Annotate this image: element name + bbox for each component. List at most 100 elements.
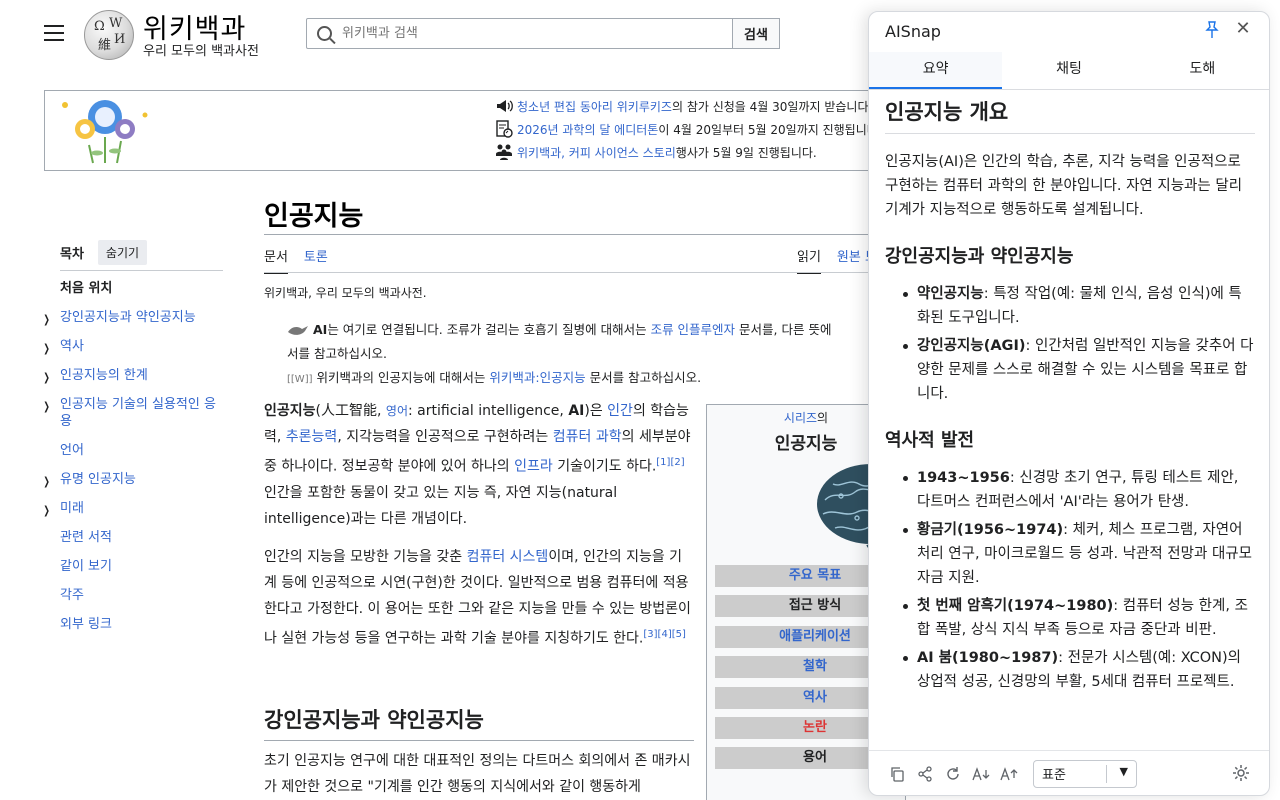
intro-paragraph: 인공지능(人工智能, 영어: artificial intelligence, …: [264, 398, 694, 532]
font-size-decrease-icon[interactable]: [971, 764, 991, 784]
panel-footer: 표준 ▼: [869, 750, 1269, 795]
toc-item[interactable]: 언어: [40, 442, 225, 459]
summary-section-title: 강인공지능과 약인공지능: [885, 246, 1074, 267]
toc-hide-button[interactable]: 숨기기: [97, 240, 148, 265]
hatnote-text: 는 여기로 연결됩니다. 조류가 걸리는 호흡기 질병에 대해서는: [327, 322, 651, 337]
toc-item[interactable]: 관련 서적: [40, 529, 225, 546]
toc-item[interactable]: ❯ 강인공지능과 약인공지능: [40, 309, 225, 326]
summary-list-item: 첫 번째 암흑기(1974~1980): 컴퓨터 성능 한계, 조합 폭발, 상…: [901, 594, 1255, 642]
toc-item-label: 역사: [60, 339, 84, 354]
panel-tab[interactable]: 도해: [1136, 52, 1269, 89]
notice-link[interactable]: 청소년 편집 동아리 위키루키즈: [517, 98, 672, 115]
list-item-term: AI 붐(1980~1987): [917, 650, 1059, 666]
hatnote-link[interactable]: 조류 인플루엔자: [651, 322, 735, 337]
tab-talk[interactable]: 토론: [304, 246, 328, 274]
section-heading: 강인공지능과 약인공지능: [264, 704, 694, 741]
summary-list: 약인공지능: 특정 작업(예: 물체 인식, 음성 인식)에 특화된 도구입니다…: [885, 282, 1255, 406]
hatnote-text: 서를 참고하십시오.: [287, 346, 387, 361]
notice-link[interactable]: 위키백과, 커피 사이언스 스토리: [517, 144, 676, 161]
toc-item[interactable]: 각주: [40, 587, 225, 604]
font-size-select[interactable]: 표준 ▼: [1033, 759, 1137, 788]
inline-link[interactable]: 컴퓨터 과학: [553, 429, 622, 445]
chevron-right-icon[interactable]: ❯: [43, 340, 49, 357]
toc-item-label: 같이 보기: [60, 559, 112, 574]
search-box[interactable]: [306, 18, 733, 49]
search-icon: [317, 26, 332, 41]
reference-link[interactable]: [1][2]: [656, 457, 684, 468]
toc-item[interactable]: ❯ 유명 인공지능: [40, 471, 225, 488]
page-title: 인공지능: [264, 201, 364, 232]
toc-item-label: 언어: [60, 443, 84, 458]
lang-link[interactable]: 영어: [386, 404, 408, 418]
chevron-right-icon[interactable]: ❯: [43, 473, 49, 490]
toc-item-label: 외부 링크: [60, 617, 112, 632]
text: )은: [584, 403, 608, 419]
panel-tab[interactable]: 요약: [869, 52, 1003, 89]
namespace-tabs: 문서 토론: [264, 246, 328, 274]
hatnote-link[interactable]: 위키백과:인공지능: [489, 370, 585, 385]
toc-item[interactable]: 외부 링크: [40, 616, 225, 633]
share-icon[interactable]: [915, 764, 935, 784]
hatnote-term: AI: [312, 322, 328, 337]
chevron-right-icon[interactable]: ❯: [43, 369, 49, 386]
title-divider: [264, 234, 874, 235]
summary-content: 인공지능 개요 인공지능(AI)은 인간의 학습, 추론, 지각 능력을 인공적…: [885, 92, 1255, 746]
toc-item[interactable]: ❯ 미래: [40, 500, 225, 517]
toc-item[interactable]: ❯ 인공지능의 한계: [40, 367, 225, 384]
main-menu-button[interactable]: [44, 25, 64, 41]
list-item-term: 황금기(1956~1974): [917, 522, 1064, 538]
text: : artificial intelligence,: [408, 403, 569, 419]
refresh-icon[interactable]: [943, 764, 963, 784]
pin-icon[interactable]: [1204, 21, 1220, 39]
toc-item-label: 미래: [60, 501, 84, 516]
summary-list-item: 황금기(1956~1974): 체커, 체스 프로그램, 자연어 처리 연구, …: [901, 518, 1255, 590]
panel-title: AISnap: [885, 22, 941, 41]
summary-list-item: 강인공지능(AGI): 인간처럼 일반적인 지능을 갖추어 다양한 문제를 스스…: [901, 334, 1255, 406]
chevron-right-icon[interactable]: ❯: [43, 502, 49, 519]
aisnap-panel: AISnap ✕ 요약 채팅 도해 인공지능 개요 인공지능(AI)은 인간의 학습…: [868, 11, 1270, 796]
chevron-right-icon[interactable]: ❯: [43, 398, 49, 415]
inline-link[interactable]: 인간: [607, 403, 633, 419]
tab-read[interactable]: 읽기: [797, 246, 821, 274]
gear-icon[interactable]: [1231, 763, 1251, 783]
panel-tab[interactable]: 채팅: [1002, 52, 1135, 89]
notice-text: 의 참가 신청을 4월 30일까지 받습니다.: [671, 99, 873, 114]
inline-link[interactable]: 컴퓨터 시스템: [467, 549, 549, 565]
summary-heading: 인공지능 개요: [885, 94, 1255, 134]
toc-item[interactable]: ❯ 인공지능 기술의 실용적인 응용: [40, 396, 225, 430]
notice-link[interactable]: 2026년 과학의 달 에디터톤: [517, 121, 658, 138]
toc-item-label: 인공지능의 한계: [60, 368, 148, 383]
toc-header: 목차 숨기기: [60, 240, 148, 265]
wikipedia-globe-logo[interactable]: Ω W 維 И: [84, 10, 134, 60]
summary-section-title: 역사적 발전: [885, 430, 975, 451]
inline-link[interactable]: 인프라: [514, 459, 553, 475]
view-tabs: 읽기 원본 보: [797, 246, 877, 274]
toc-title: 목차: [60, 247, 84, 262]
flower-illustration: [62, 100, 148, 164]
copy-icon[interactable]: [887, 764, 907, 784]
font-size-increase-icon[interactable]: [999, 764, 1019, 784]
chevron-down-icon: ▼: [1119, 764, 1128, 778]
bold-term: AI: [568, 403, 585, 419]
users-group-icon: [496, 144, 512, 160]
inline-link[interactable]: 추론능력: [286, 429, 338, 445]
search-button[interactable]: 검색: [732, 18, 780, 49]
toc-item-label: 관련 서적: [60, 530, 112, 545]
toc-item[interactable]: 같이 보기: [40, 558, 225, 575]
notice-item: 청소년 편집 동아리 위키루키즈 의 참가 신청을 4월 30일까지 받습니다.: [495, 97, 872, 115]
toc-item-label: 각주: [60, 588, 84, 603]
toc-item[interactable]: 처음 위치: [40, 280, 225, 297]
chevron-right-icon[interactable]: ❯: [43, 311, 49, 328]
search-input[interactable]: [342, 26, 702, 41]
close-icon[interactable]: ✕: [1234, 20, 1252, 38]
series-link[interactable]: 시리즈: [784, 411, 817, 425]
site-subtitle: 위키백과, 우리 모두의 백과사전.: [264, 286, 427, 300]
summary-list-item: 1943~1956: 신경망 초기 연구, 튜링 테스트 제안, 다트머스 컨퍼…: [901, 466, 1255, 514]
list-item-term: 첫 번째 암흑기(1974~1980): [917, 598, 1114, 614]
text: (人工智能,: [315, 403, 386, 419]
tab-article[interactable]: 문서: [264, 246, 288, 274]
reference-link[interactable]: [3][4][5]: [643, 629, 686, 640]
list-item-term: 약인공지능: [917, 286, 984, 302]
toc-item-label: 강인공지능과 약인공지능: [60, 310, 196, 325]
toc-item[interactable]: ❯ 역사: [40, 338, 225, 355]
